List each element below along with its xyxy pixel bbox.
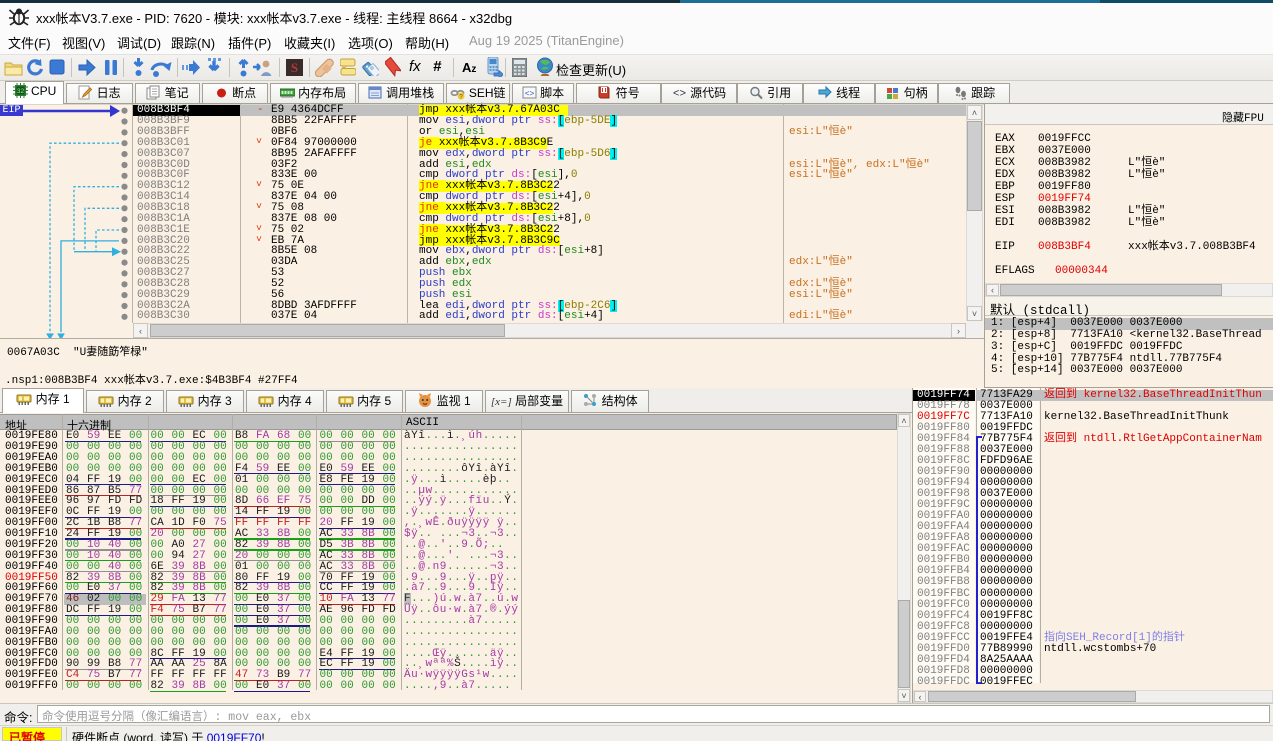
- svg-text:32: 32: [17, 88, 25, 95]
- svg-text:<>: <>: [673, 89, 686, 101]
- svg-text:<>: <>: [525, 90, 535, 99]
- svg-text:S: S: [291, 60, 298, 75]
